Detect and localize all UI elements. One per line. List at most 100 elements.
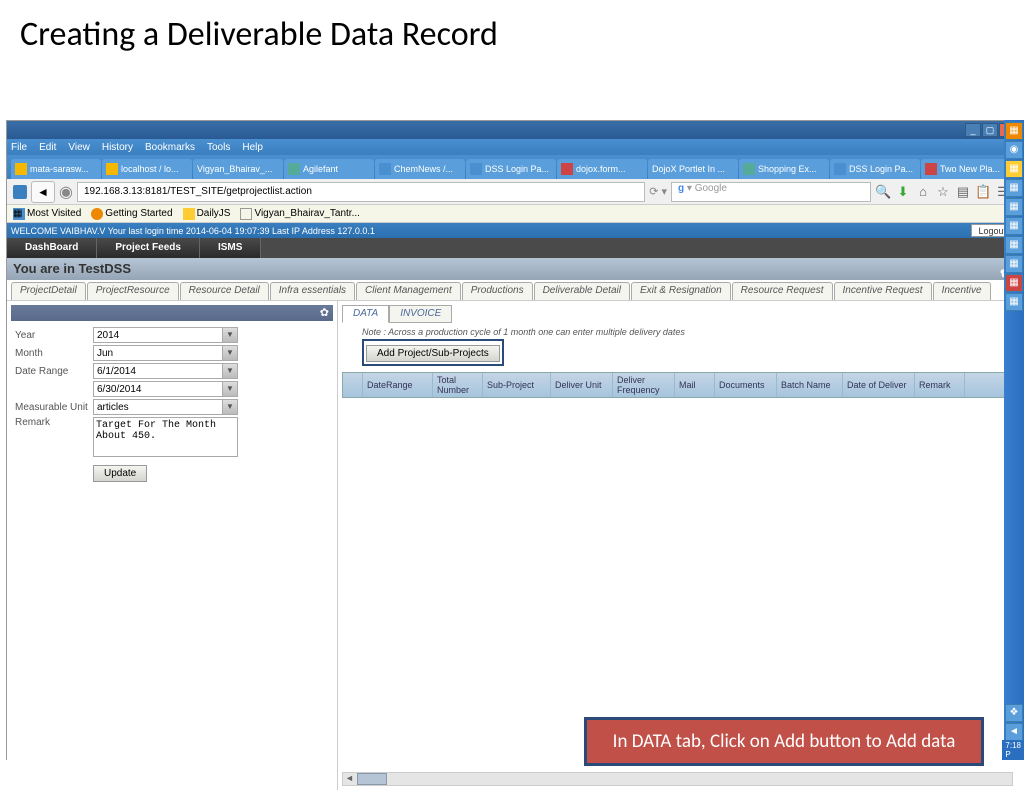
browser-tab[interactable]: ChemNews /... <box>375 159 465 179</box>
column-header[interactable]: Mail <box>675 373 715 397</box>
sidebar-icon[interactable]: ▦ <box>1005 160 1023 178</box>
data-table: DateRangeTotal NumberSub-ProjectDeliver … <box>342 372 1013 398</box>
chevron-down-icon[interactable]: ▼ <box>223 399 238 415</box>
browser-tab[interactable]: DojoX Portlet In ... <box>648 159 738 179</box>
sidebar-icon[interactable]: ▦ <box>1005 179 1023 197</box>
maximize-button[interactable]: ▢ <box>982 123 998 137</box>
welcome-text: WELCOME VAIBHAV.V Your last login time 2… <box>11 226 375 236</box>
sidebar-icon[interactable]: ▦ <box>1005 293 1023 311</box>
column-header[interactable]: Documents <box>715 373 777 397</box>
clipboard-icon[interactable]: 📋 <box>975 184 991 200</box>
browser-tab[interactable]: Shopping Ex... <box>739 159 829 179</box>
scroll-thumb[interactable] <box>357 773 387 785</box>
sub-tab[interactable]: Productions <box>462 282 533 300</box>
instruction-callout: In DATA tab, Click on Add button to Add … <box>584 717 984 766</box>
chevron-down-icon[interactable]: ▼ <box>223 363 238 379</box>
sidebar-icon[interactable]: ▦ <box>1005 198 1023 216</box>
download-icon[interactable]: ⬇ <box>895 184 911 200</box>
sidebar-icon[interactable]: ▦ <box>1005 255 1023 273</box>
menu-file[interactable]: File <box>11 142 27 153</box>
sidebar-icon[interactable]: ▦ <box>1005 274 1023 292</box>
remark-textarea[interactable] <box>93 417 238 457</box>
tab-data[interactable]: DATA <box>342 305 389 323</box>
nav-isms[interactable]: ISMS <box>200 238 261 258</box>
bookmarks-bar: ▦Most Visited Getting Started DailyJS Vi… <box>7 205 1017 223</box>
bookmark-dailyjs[interactable]: DailyJS <box>183 208 231 220</box>
year-select[interactable] <box>93 327 223 343</box>
bookmark-star-icon[interactable]: ☆ <box>935 184 951 200</box>
nav-dashboard[interactable]: DashBoard <box>7 238 97 258</box>
nav-project-feeds[interactable]: Project Feeds <box>97 238 200 258</box>
sub-tab[interactable]: Deliverable Detail <box>534 282 630 300</box>
back-button[interactable]: ◄ <box>31 181 55 203</box>
column-header[interactable]: DateRange <box>363 373 433 397</box>
sub-tab[interactable]: Incentive Request <box>834 282 932 300</box>
search-input[interactable]: g ▾ Google <box>671 182 871 202</box>
sidebar-icon[interactable]: ▦ <box>1005 236 1023 254</box>
column-header[interactable]: Deliver Frequency <box>613 373 675 397</box>
chevron-down-icon[interactable]: ▼ <box>223 381 238 397</box>
chevron-down-icon[interactable]: ▼ <box>223 345 238 361</box>
url-bar: ◄ ◉ ⟳ ▾ g ▾ Google 🔍 ⬇ ⌂ ☆ ▤ 📋 ☰ <box>7 179 1017 205</box>
browser-tab[interactable]: DSS Login Pa... <box>466 159 556 179</box>
month-select[interactable] <box>93 345 223 361</box>
browser-tab[interactable]: Agilefant <box>284 159 374 179</box>
home-icon[interactable]: ⌂ <box>915 184 931 200</box>
browser-tab[interactable]: DSS Login Pa... <box>830 159 920 179</box>
column-header[interactable]: Deliver Unit <box>551 373 613 397</box>
search-icon[interactable]: 🔍 <box>875 184 891 200</box>
menu-tools[interactable]: Tools <box>207 142 230 153</box>
sidebar-icon[interactable]: ❖ <box>1005 704 1023 722</box>
add-project-button[interactable]: Add Project/Sub-Projects <box>366 345 500 362</box>
tab-invoice[interactable]: INVOICE <box>389 305 452 323</box>
column-header[interactable]: Batch Name <box>777 373 843 397</box>
sub-tab[interactable]: ProjectDetail <box>11 282 86 300</box>
menu-view[interactable]: View <box>68 142 90 153</box>
column-header[interactable]: Sub-Project <box>483 373 551 397</box>
ff-icon <box>13 185 27 199</box>
column-header[interactable] <box>343 373 363 397</box>
sub-tab[interactable]: ProjectResource <box>87 282 179 300</box>
sub-tab[interactable]: Resource Request <box>732 282 833 300</box>
sidebar-icon[interactable]: ◄ <box>1005 723 1023 741</box>
menu-history[interactable]: History <box>102 142 133 153</box>
bookmark-getting-started[interactable]: Getting Started <box>91 208 172 220</box>
note-text: Note : Across a production cycle of 1 mo… <box>362 327 1013 337</box>
column-header[interactable]: Date of Deliver <box>843 373 915 397</box>
panel-header: ✿ <box>11 305 333 321</box>
column-header[interactable]: Remark <box>915 373 965 397</box>
menu-bookmarks[interactable]: Bookmarks <box>145 142 195 153</box>
table-header-row: DateRangeTotal NumberSub-ProjectDeliver … <box>342 372 1013 398</box>
panel-gear-icon[interactable]: ✿ <box>320 306 329 319</box>
browser-tab[interactable]: mata-sarasw... <box>11 159 101 179</box>
sub-tab[interactable]: Exit & Resignation <box>631 282 731 300</box>
sub-tab[interactable]: Infra essentials <box>270 282 355 300</box>
menu-help[interactable]: Help <box>242 142 263 153</box>
browser-window: _ ▢ ✕ File Edit View History Bookmarks T… <box>6 120 1018 760</box>
sidebar-icon[interactable]: ◉ <box>1005 141 1023 159</box>
sub-tab[interactable]: Incentive <box>933 282 991 300</box>
browser-tab[interactable]: dojox.form... <box>557 159 647 179</box>
bookmark-most-visited[interactable]: ▦Most Visited <box>13 208 81 220</box>
browser-tab[interactable]: localhost / lo... <box>102 159 192 179</box>
menu-edit[interactable]: Edit <box>39 142 56 153</box>
month-label: Month <box>11 348 93 359</box>
reload-icon[interactable]: ⟳ ▾ <box>649 185 667 198</box>
horizontal-scrollbar[interactable]: ◄ <box>342 772 1013 786</box>
sub-tab[interactable]: Client Management <box>356 282 461 300</box>
update-button[interactable]: Update <box>93 465 147 482</box>
sidebar-icon[interactable]: ▦ <box>1005 122 1023 140</box>
date-to-input[interactable] <box>93 381 223 397</box>
list-icon[interactable]: ▤ <box>955 184 971 200</box>
chevron-down-icon[interactable]: ▼ <box>223 327 238 343</box>
browser-tab[interactable]: Two New Pla... <box>921 159 1011 179</box>
minimize-button[interactable]: _ <box>965 123 981 137</box>
browser-tab[interactable]: Vigyan_Bhairav_... <box>193 159 283 179</box>
unit-select[interactable] <box>93 399 223 415</box>
url-input[interactable] <box>77 182 645 202</box>
date-from-input[interactable] <box>93 363 223 379</box>
sub-tab[interactable]: Resource Detail <box>180 282 269 300</box>
column-header[interactable]: Total Number <box>433 373 483 397</box>
sidebar-icon[interactable]: ▦ <box>1005 217 1023 235</box>
bookmark-vigyan[interactable]: Vigyan_Bhairav_Tantr... <box>240 208 359 220</box>
